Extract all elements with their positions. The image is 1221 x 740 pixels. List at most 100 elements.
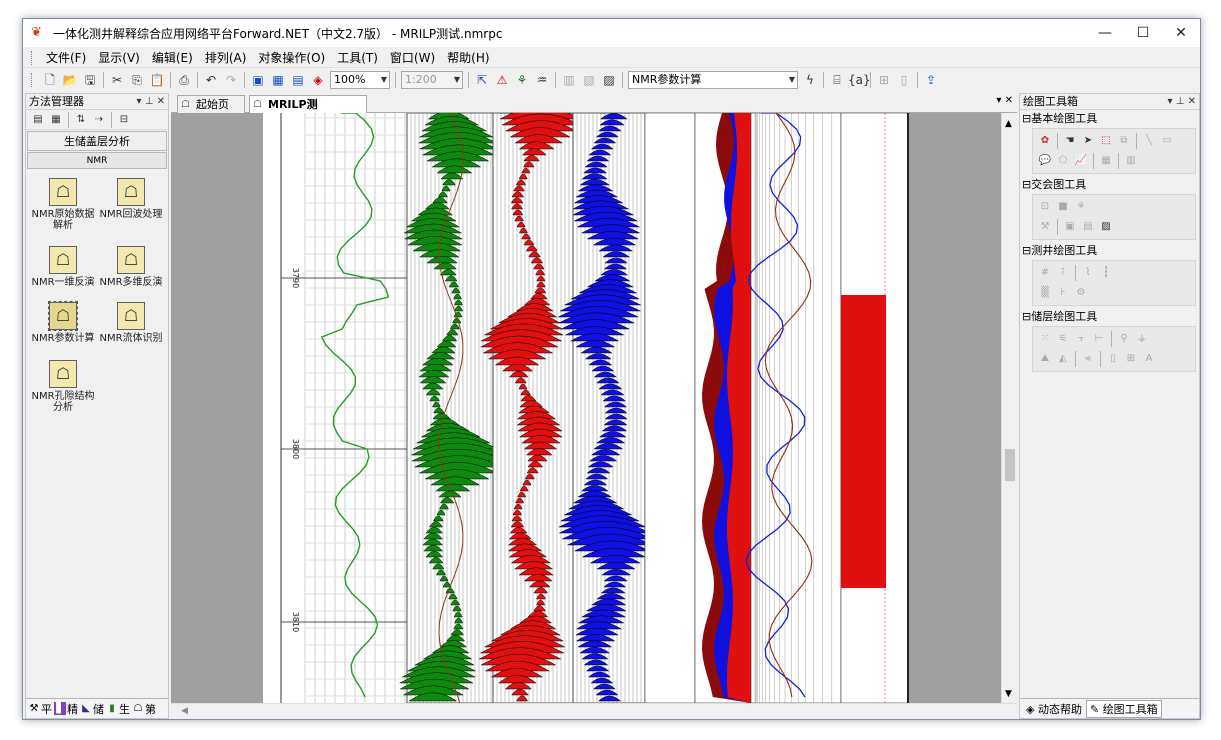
track-icon[interactable]: ⊺: [1055, 265, 1071, 281]
zoom-select[interactable]: 100% ▼: [330, 71, 390, 89]
tab-start-page[interactable]: ☖ 起始页: [177, 95, 245, 113]
menu-file[interactable]: 文件(F): [40, 49, 92, 67]
save-icon[interactable]: 🖫: [81, 71, 99, 89]
eraser-icon[interactable]: ◈: [309, 71, 327, 89]
scale-select[interactable]: 1:200 ▼: [401, 71, 463, 89]
properties-icon[interactable]: ⊟: [116, 112, 132, 128]
method-item[interactable]: ☖ NMR孔隙结构分析: [30, 360, 96, 413]
report-icon[interactable]: ▧: [580, 71, 598, 89]
frame-icon[interactable]: ▣: [1062, 219, 1078, 235]
tab-dynamic-help[interactable]: ◈ 动态帮助: [1022, 700, 1086, 718]
copy-icon[interactable]: ⎘: [128, 71, 146, 89]
wrench-icon[interactable]: ⚒: [1037, 219, 1053, 235]
mountain-icon[interactable]: ⛰: [1037, 351, 1053, 367]
list-view-icon[interactable]: ▦: [48, 112, 64, 128]
warning-icon[interactable]: ⚠: [493, 71, 511, 89]
export-chart-icon[interactable]: ▨: [1098, 219, 1114, 235]
text-icon[interactable]: A: [1141, 351, 1157, 367]
frame2-icon[interactable]: ▤: [1080, 219, 1096, 235]
bracket-icon[interactable]: ⊢: [1091, 331, 1107, 347]
menu-object[interactable]: 对象操作(O): [252, 49, 331, 67]
group-crossplot-tools[interactable]: ⊟交会图工具: [1020, 176, 1199, 193]
menu-window[interactable]: 窗口(W): [384, 49, 441, 67]
wells-icon[interactable]: ♒: [533, 71, 551, 89]
group-basic-tools[interactable]: ⊟基本绘图工具: [1020, 110, 1199, 127]
points-icon[interactable]: ⁙: [1037, 331, 1053, 347]
table-tool-icon[interactable]: ▦: [1098, 153, 1114, 169]
menu-tools[interactable]: 工具(T): [331, 49, 384, 67]
page-icon[interactable]: ▣: [249, 71, 267, 89]
log-canvas[interactable]: 3790 3800 3810: [171, 113, 1001, 703]
scroll-down-icon[interactable]: ▼: [1005, 689, 1012, 699]
fork-icon[interactable]: ⚶: [1134, 331, 1150, 347]
export-icon[interactable]: ▨: [600, 71, 618, 89]
polygon-icon[interactable]: ⬠: [1055, 153, 1071, 169]
import-icon[interactable]: ⇪: [922, 71, 940, 89]
run-icon[interactable]: ϟ: [801, 71, 819, 89]
tab-jing[interactable]: ▋ 精: [54, 701, 78, 717]
copy-shape-icon[interactable]: ⧉: [1116, 133, 1132, 149]
chart-view-icon[interactable]: ▤: [289, 71, 307, 89]
arrow-pointer-icon[interactable]: ➤: [1080, 133, 1096, 149]
close-button[interactable]: ✕: [1162, 19, 1200, 47]
lith-icon[interactable]: ▒: [1037, 285, 1053, 301]
select-rect-icon[interactable]: ⬚: [1098, 133, 1114, 149]
fault-icon[interactable]: ⚟: [1055, 331, 1071, 347]
line-icon[interactable]: ╲: [1141, 133, 1157, 149]
split-icon[interactable]: ⫟: [1073, 331, 1089, 347]
curve-tool-icon[interactable]: ⌇: [1080, 265, 1096, 281]
curve-button[interactable]: {a}: [848, 71, 871, 89]
grid-icon[interactable]: ▦: [269, 71, 287, 89]
comment-icon[interactable]: ⌸: [828, 71, 846, 89]
stamp-icon[interactable]: ⚘: [1073, 199, 1089, 215]
scatter-icon[interactable]: ⊡: [1037, 199, 1053, 215]
group-reservoir-tools[interactable]: ⊟储层绘图工具: [1020, 308, 1199, 325]
palette-icon[interactable]: ✿: [1037, 133, 1053, 149]
tab-ping[interactable]: ⚒ 平: [28, 701, 52, 717]
open-folder-icon[interactable]: 📂: [61, 71, 79, 89]
method-item[interactable]: ☖ NMR回波处理: [98, 178, 164, 220]
sort-icon[interactable]: ⇅: [73, 112, 89, 128]
fill-icon[interactable]: ■: [1055, 199, 1071, 215]
undo-icon[interactable]: ↶: [202, 71, 220, 89]
insert-icon[interactable]: ⊞: [875, 71, 893, 89]
tab-mrilp-doc[interactable]: ☖MRILP测试.nmrpc: [249, 95, 367, 128]
scroll-thumb[interactable]: [1005, 449, 1015, 481]
doc-close-icon[interactable]: ▾ ✕: [996, 95, 1013, 106]
hand-icon[interactable]: ☚: [1062, 133, 1078, 149]
layers-icon[interactable]: ⚘: [513, 71, 531, 89]
boundary-icon[interactable]: ⫷: [1080, 351, 1096, 367]
vertical-scrollbar[interactable]: ▲ ▼: [1001, 113, 1017, 703]
scroll-up-icon[interactable]: ▲: [1005, 119, 1012, 129]
title-bar[interactable]: ❦ 一体化测井解释综合应用网络平台Forward.NET（中文2.7版） - M…: [23, 19, 1200, 47]
pointer-mode-icon[interactable]: ⇱: [473, 71, 491, 89]
method-select[interactable]: NMR参数计算 ▼: [628, 71, 798, 89]
method-item-selected[interactable]: ☖ NMR参数计算: [30, 301, 96, 344]
depth-icon[interactable]: ┇: [1098, 265, 1114, 281]
grid-tool-icon[interactable]: ⊞: [1123, 351, 1139, 367]
tab-sheng[interactable]: ▮ 生: [106, 701, 130, 717]
new-file-icon[interactable]: 🗋: [41, 71, 59, 89]
tab-di[interactable]: ☖ 第: [132, 701, 156, 717]
print-icon[interactable]: ⎙: [175, 71, 193, 89]
group-well-tools[interactable]: ⊟测井绘图工具: [1020, 242, 1199, 259]
tree-view-icon[interactable]: ▤: [30, 112, 46, 128]
menu-help[interactable]: 帮助(H): [441, 49, 495, 67]
panel-icon[interactable]: ▯: [1105, 351, 1121, 367]
doc-icon[interactable]: ▯: [895, 71, 913, 89]
rectangle-icon[interactable]: ▭: [1159, 133, 1175, 149]
subsection-header[interactable]: NMR: [27, 152, 167, 169]
method-item[interactable]: ☖ NMR流体识别: [98, 302, 164, 344]
method-item[interactable]: ☖ NMR多维反演: [98, 246, 164, 288]
menu-edit[interactable]: 编辑(E): [146, 49, 199, 67]
chart-line-icon[interactable]: 📈: [1073, 153, 1089, 169]
redo-icon[interactable]: ↷: [222, 71, 240, 89]
horizontal-scrollbar[interactable]: ◀: [171, 703, 1017, 719]
cut-icon[interactable]: ✂: [108, 71, 126, 89]
callout-icon[interactable]: 💬: [1037, 153, 1053, 169]
columns-icon[interactable]: ▥: [1123, 153, 1139, 169]
method-item[interactable]: ☖ NMR原始数据解析: [30, 178, 96, 231]
tree-icon[interactable]: ⚲: [1116, 331, 1132, 347]
menu-view[interactable]: 显示(V): [92, 49, 146, 67]
minimize-button[interactable]: —: [1086, 19, 1124, 47]
